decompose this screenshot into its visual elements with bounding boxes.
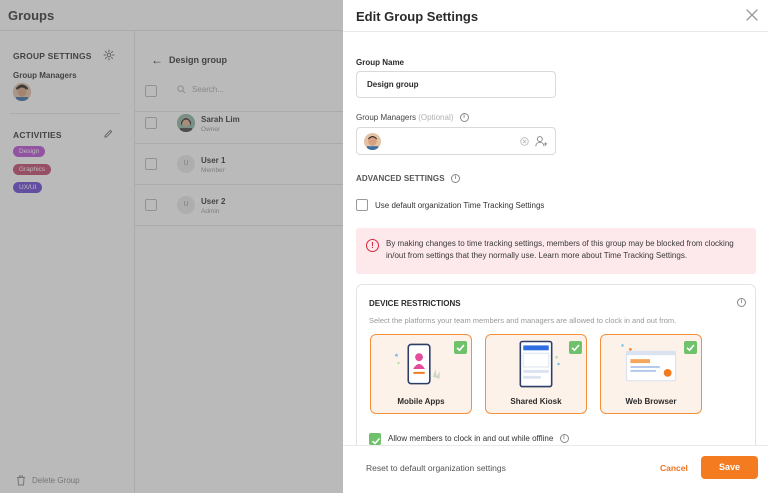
optional-tag: (Optional) <box>418 113 454 122</box>
modal-backdrop[interactable] <box>0 0 343 493</box>
info-icon[interactable]: i <box>459 113 469 123</box>
device-option-label: Shared Kiosk <box>510 397 562 406</box>
info-icon[interactable]: i <box>559 434 569 444</box>
close-icon[interactable] <box>745 8 759 22</box>
alert-icon: ! <box>366 239 379 252</box>
device-restrictions-description: Select the platforms your team members a… <box>369 316 677 325</box>
clear-icon[interactable] <box>520 137 529 146</box>
drawer-title: Edit Group Settings <box>356 9 479 24</box>
save-button[interactable]: Save <box>701 456 758 479</box>
group-name-value: Design group <box>367 80 419 89</box>
reset-defaults-button[interactable]: Reset to default organization settings <box>366 463 506 473</box>
device-option-shared-kiosk[interactable]: Shared Kiosk <box>485 334 587 414</box>
checkmark-icon <box>454 341 467 354</box>
advanced-settings-title: ADVANCED SETTINGS i <box>356 174 460 184</box>
group-managers-label: Group Managers (Optional) i <box>356 113 469 123</box>
device-restrictions-card: DEVICE RESTRICTIONS i Select the platfor… <box>356 284 756 454</box>
group-managers-input[interactable] <box>356 127 556 155</box>
warning-banner: ! By making changes to time tracking set… <box>356 228 756 274</box>
avatar <box>364 133 381 150</box>
checkmark-icon <box>684 341 697 354</box>
drawer-footer: Reset to default organization settings C… <box>343 445 768 493</box>
device-option-label: Mobile Apps <box>397 397 445 406</box>
use-default-checkbox[interactable] <box>356 199 368 211</box>
device-option-web-browser[interactable]: Web Browser <box>600 334 702 414</box>
add-user-icon[interactable] <box>535 135 548 148</box>
cancel-button[interactable]: Cancel <box>660 463 688 473</box>
group-name-input[interactable]: Design group <box>356 71 556 98</box>
edit-group-settings-drawer: Edit Group Settings Group Name Design gr… <box>343 0 768 493</box>
info-icon[interactable]: i <box>737 298 746 307</box>
group-managers-label-text: Group Managers <box>356 113 417 122</box>
offline-clock-label-text: Allow members to clock in and out while … <box>388 434 554 443</box>
group-name-label: Group Name <box>356 58 405 67</box>
device-option-mobile-apps[interactable]: Mobile Apps <box>370 334 472 414</box>
device-option-label: Web Browser <box>625 397 677 406</box>
device-restrictions-title: DEVICE RESTRICTIONS <box>369 299 461 308</box>
offline-clock-label: Allow members to clock in and out while … <box>388 434 569 444</box>
info-icon[interactable]: i <box>451 174 460 184</box>
checkmark-icon <box>569 341 582 354</box>
offline-clock-checkbox[interactable] <box>369 433 381 445</box>
use-default-label: Use default organization Time Tracking S… <box>375 201 545 210</box>
advanced-settings-text: ADVANCED SETTINGS <box>356 174 445 183</box>
drawer-header-divider <box>343 31 768 32</box>
warning-text: By making changes to time tracking setti… <box>386 239 734 260</box>
